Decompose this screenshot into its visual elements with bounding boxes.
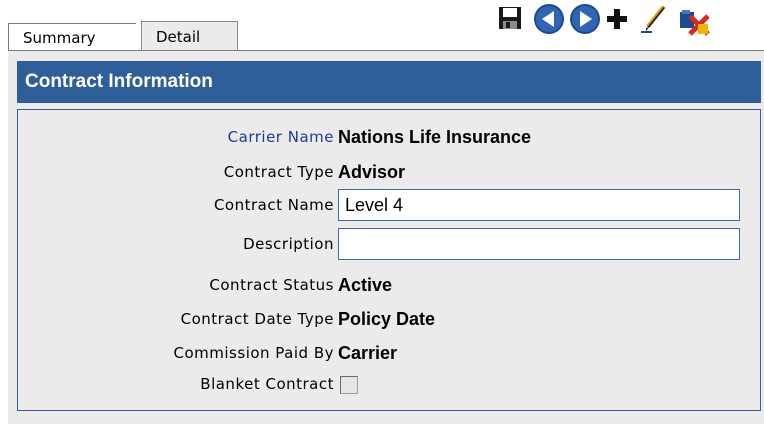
blanket-contract-row: Blanket Contract xyxy=(18,369,762,399)
carrier-name-value: Nations Life Insurance xyxy=(338,127,532,147)
delete-icon[interactable] xyxy=(676,2,712,46)
contract-name-label: Contract Name xyxy=(213,196,334,214)
description-input[interactable] xyxy=(338,228,740,260)
contract-type-row: Contract Type Advisor xyxy=(18,157,762,187)
contract-type-label: Contract Type xyxy=(223,163,334,181)
contract-status-label: Contract Status xyxy=(209,276,334,294)
blanket-contract-checkbox[interactable] xyxy=(340,376,358,394)
panel-title: Contract Information xyxy=(17,61,761,103)
contract-date-type-label: Contract Date Type xyxy=(180,310,334,328)
save-icon[interactable] xyxy=(498,6,522,50)
contract-status-row: Contract Status Active xyxy=(18,270,762,300)
description-row: Description xyxy=(18,227,762,260)
contract-status-value: Active xyxy=(338,275,393,295)
contract-date-type-value: Policy Date xyxy=(338,309,436,329)
add-icon[interactable] xyxy=(606,8,628,52)
previous-icon[interactable] xyxy=(533,3,565,47)
commission-paid-by-row: Commission Paid By Carrier xyxy=(18,338,762,368)
edit-icon[interactable] xyxy=(640,4,668,48)
description-label: Description xyxy=(243,235,334,253)
tab-detail[interactable]: Detail xyxy=(141,21,238,51)
contract-name-row: Contract Name xyxy=(18,188,762,221)
commission-paid-by-value: Carrier xyxy=(338,343,398,363)
next-icon[interactable] xyxy=(569,3,601,47)
contract-type-value: Advisor xyxy=(338,162,406,182)
commission-paid-by-label: Commission Paid By xyxy=(173,344,334,362)
carrier-name-link[interactable]: Carrier Name xyxy=(34,122,334,152)
contract-panel: Contract Information Carrier Name Nation… xyxy=(8,51,764,424)
carrier-name-row: Carrier Name Nations Life Insurance xyxy=(18,122,762,152)
contract-date-type-row: Contract Date Type Policy Date xyxy=(18,304,762,334)
blanket-contract-label: Blanket Contract xyxy=(200,375,334,393)
contract-name-input[interactable] xyxy=(338,189,740,221)
contract-form: Carrier Name Nations Life Insurance Cont… xyxy=(17,109,761,411)
tab-summary[interactable]: Summary xyxy=(8,23,136,51)
